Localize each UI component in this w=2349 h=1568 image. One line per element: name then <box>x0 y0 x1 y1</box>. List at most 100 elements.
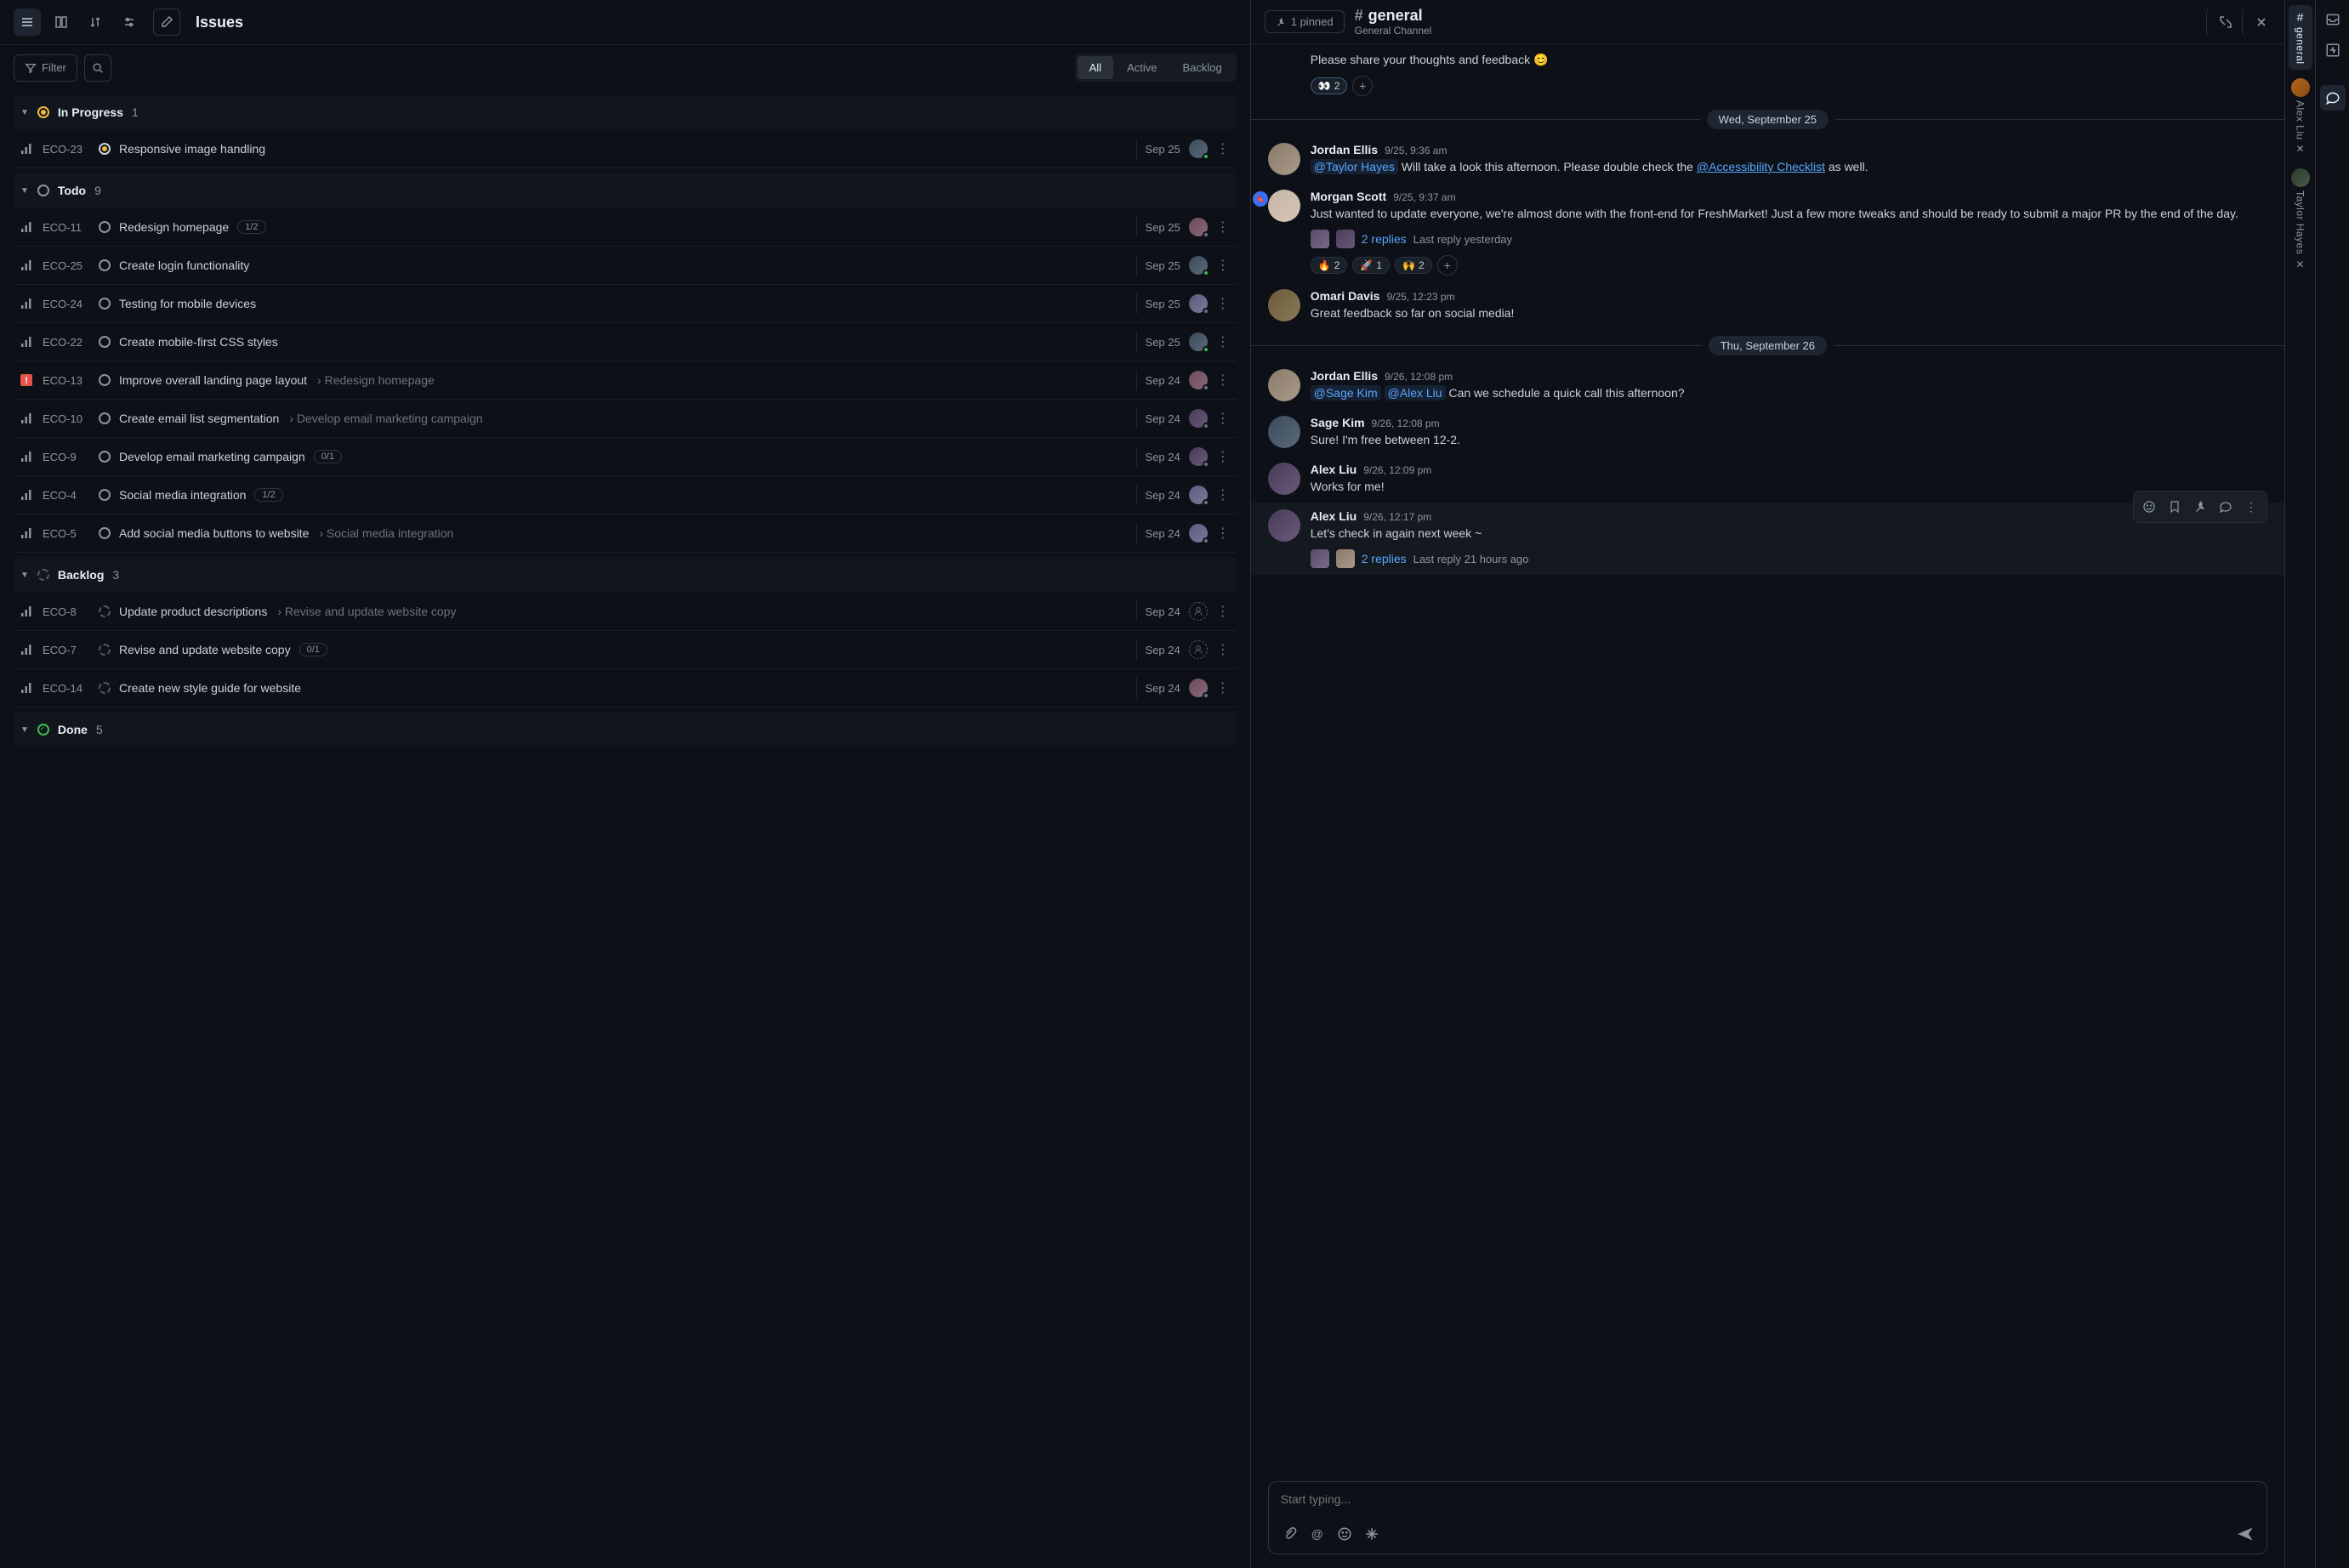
assignee-avatar[interactable] <box>1189 447 1208 466</box>
message[interactable]: 🔖 Morgan Scott 9/25, 9:37 am Just wanted… <box>1251 183 2284 282</box>
pin-action[interactable] <box>2188 495 2212 519</box>
assignee-avatar[interactable] <box>1189 256 1208 275</box>
replies-link[interactable]: 2 replies <box>1362 232 1407 246</box>
message[interactable]: Omari Davis 9/25, 12:23 pm Great feedbac… <box>1251 282 2284 329</box>
issue-row[interactable]: ECO-23 Responsive image handling Sep 25 … <box>14 130 1237 168</box>
filter-button[interactable]: Filter <box>14 54 77 82</box>
issue-row[interactable]: ECO-11 Redesign homepage 1/2 Sep 25 ⋮ <box>14 208 1237 247</box>
status-icon[interactable] <box>99 605 111 617</box>
status-icon[interactable] <box>99 451 111 463</box>
expand-button[interactable] <box>2206 8 2235 37</box>
unassigned-avatar[interactable] <box>1189 640 1208 659</box>
reaction-eyes[interactable]: 👀 2 <box>1311 77 1348 94</box>
issue-row[interactable]: ECO-5 Add social media buttons to websit… <box>14 514 1237 553</box>
avatar[interactable] <box>1268 190 1300 222</box>
search-button[interactable] <box>84 54 111 82</box>
status-icon[interactable] <box>99 682 111 694</box>
more-icon[interactable]: ⋮ <box>1216 679 1230 696</box>
message[interactable]: Jordan Ellis 9/25, 9:36 am @Taylor Hayes… <box>1251 136 2284 183</box>
add-reaction-button[interactable]: + <box>1437 255 1458 276</box>
message[interactable]: Alex Liu 9/26, 12:09 pm Works for me! <box>1251 456 2284 503</box>
avatar[interactable] <box>1268 289 1300 321</box>
new-issue-button[interactable] <box>153 9 180 36</box>
status-icon[interactable] <box>99 412 111 424</box>
status-icon[interactable] <box>99 336 111 348</box>
channel-info[interactable]: # general General Channel <box>1355 7 2196 37</box>
status-icon[interactable] <box>99 143 111 155</box>
unassigned-avatar[interactable] <box>1189 602 1208 621</box>
message[interactable]: Jordan Ellis 9/26, 12:08 pm @Sage Kim @A… <box>1251 362 2284 409</box>
assignee-avatar[interactable] <box>1189 218 1208 236</box>
tab-all[interactable]: All <box>1078 56 1113 79</box>
mention[interactable]: @Taylor Hayes <box>1311 159 1398 174</box>
ai-icon[interactable] <box>1362 1525 1381 1543</box>
message[interactable]: Sage Kim 9/26, 12:08 pm Sure! I'm free b… <box>1251 409 2284 456</box>
emoji-icon[interactable] <box>1335 1525 1354 1543</box>
emoji-action[interactable] <box>2137 495 2161 519</box>
rail-taylor[interactable]: Taylor Hayes ✕ <box>2289 163 2312 275</box>
avatar[interactable] <box>1268 463 1300 495</box>
more-icon[interactable]: ⋮ <box>1216 641 1230 658</box>
replies-link[interactable]: 2 replies <box>1362 552 1407 565</box>
avatar[interactable] <box>1268 143 1300 175</box>
avatar[interactable] <box>1268 416 1300 448</box>
assignee-avatar[interactable] <box>1189 409 1208 428</box>
assignee-avatar[interactable] <box>1189 294 1208 313</box>
more-icon[interactable]: ⋮ <box>1216 410 1230 427</box>
issues-list[interactable]: ▼ In Progress 1 ECO-23 Responsive image … <box>0 90 1250 1568</box>
more-icon[interactable]: ⋮ <box>1216 257 1230 274</box>
group-in-progress[interactable]: ▼ In Progress 1 <box>14 95 1237 129</box>
assignee-avatar[interactable] <box>1189 371 1208 389</box>
attach-icon[interactable] <box>1281 1525 1300 1543</box>
assignee-avatar[interactable] <box>1189 524 1208 543</box>
view-list-button[interactable] <box>14 9 41 36</box>
group-todo[interactable]: ▼ Todo 9 <box>14 173 1237 207</box>
status-icon[interactable] <box>99 298 111 310</box>
thread-action[interactable] <box>2214 495 2238 519</box>
assignee-avatar[interactable] <box>1189 679 1208 697</box>
assignee-avatar[interactable] <box>1189 332 1208 351</box>
more-icon[interactable]: ⋮ <box>1216 219 1230 236</box>
status-icon[interactable] <box>99 527 111 539</box>
tab-backlog[interactable]: Backlog <box>1170 56 1233 79</box>
issue-row[interactable]: ECO-22 Create mobile-first CSS styles Se… <box>14 323 1237 361</box>
more-icon[interactable]: ⋮ <box>1216 372 1230 389</box>
issue-row[interactable]: ECO-4 Social media integration 1/2 Sep 2… <box>14 476 1237 514</box>
mention[interactable]: @Sage Kim <box>1311 385 1381 401</box>
reaction-fire[interactable]: 🔥 2 <box>1311 257 1348 274</box>
issue-row[interactable]: ECO-10 Create email list segmentation › … <box>14 400 1237 438</box>
rail-general[interactable]: # general <box>2289 5 2312 70</box>
view-board-button[interactable] <box>48 9 75 36</box>
issue-row[interactable]: ECO-24 Testing for mobile devices Sep 25… <box>14 285 1237 323</box>
more-icon[interactable]: ⋮ <box>1216 486 1230 503</box>
assignee-avatar[interactable] <box>1189 486 1208 504</box>
more-icon[interactable]: ⋮ <box>1216 140 1230 157</box>
status-icon[interactable] <box>99 644 111 656</box>
message-input[interactable] <box>1281 1492 2255 1506</box>
reaction-hands[interactable]: 🙌 2 <box>1395 257 1432 274</box>
more-icon[interactable]: ⋮ <box>1216 603 1230 620</box>
issue-row[interactable]: ECO-7 Revise and update website copy 0/1… <box>14 631 1237 669</box>
activity-icon[interactable] <box>2320 37 2346 63</box>
issue-row[interactable]: ECO-25 Create login functionality Sep 25… <box>14 247 1237 285</box>
close-button[interactable] <box>2242 8 2271 37</box>
more-action[interactable]: ⋮ <box>2239 495 2263 519</box>
add-reaction-button[interactable]: + <box>1352 76 1373 96</box>
mention-icon[interactable]: @ <box>1308 1525 1327 1543</box>
avatar[interactable] <box>1268 369 1300 401</box>
sort-button[interactable] <box>82 9 109 36</box>
more-icon[interactable]: ⋮ <box>1216 295 1230 312</box>
inbox-icon[interactable] <box>2320 7 2346 32</box>
avatar[interactable] <box>1268 509 1300 542</box>
pinned-button[interactable]: 1 pinned <box>1265 10 1345 33</box>
status-icon[interactable] <box>99 374 111 386</box>
issue-row[interactable]: ECO-8 Update product descriptions › Revi… <box>14 593 1237 631</box>
more-icon[interactable]: ⋮ <box>1216 525 1230 542</box>
status-icon[interactable] <box>99 221 111 233</box>
mention[interactable]: @Alex Liu <box>1385 385 1446 401</box>
group-done[interactable]: ▼ Done 5 <box>14 713 1237 747</box>
issue-row[interactable]: ! ECO-13 Improve overall landing page la… <box>14 361 1237 400</box>
messages-scroll[interactable]: Please share your thoughts and feedback … <box>1251 44 2284 1474</box>
more-icon[interactable]: ⋮ <box>1216 448 1230 465</box>
close-icon[interactable]: ✕ <box>2295 143 2304 155</box>
